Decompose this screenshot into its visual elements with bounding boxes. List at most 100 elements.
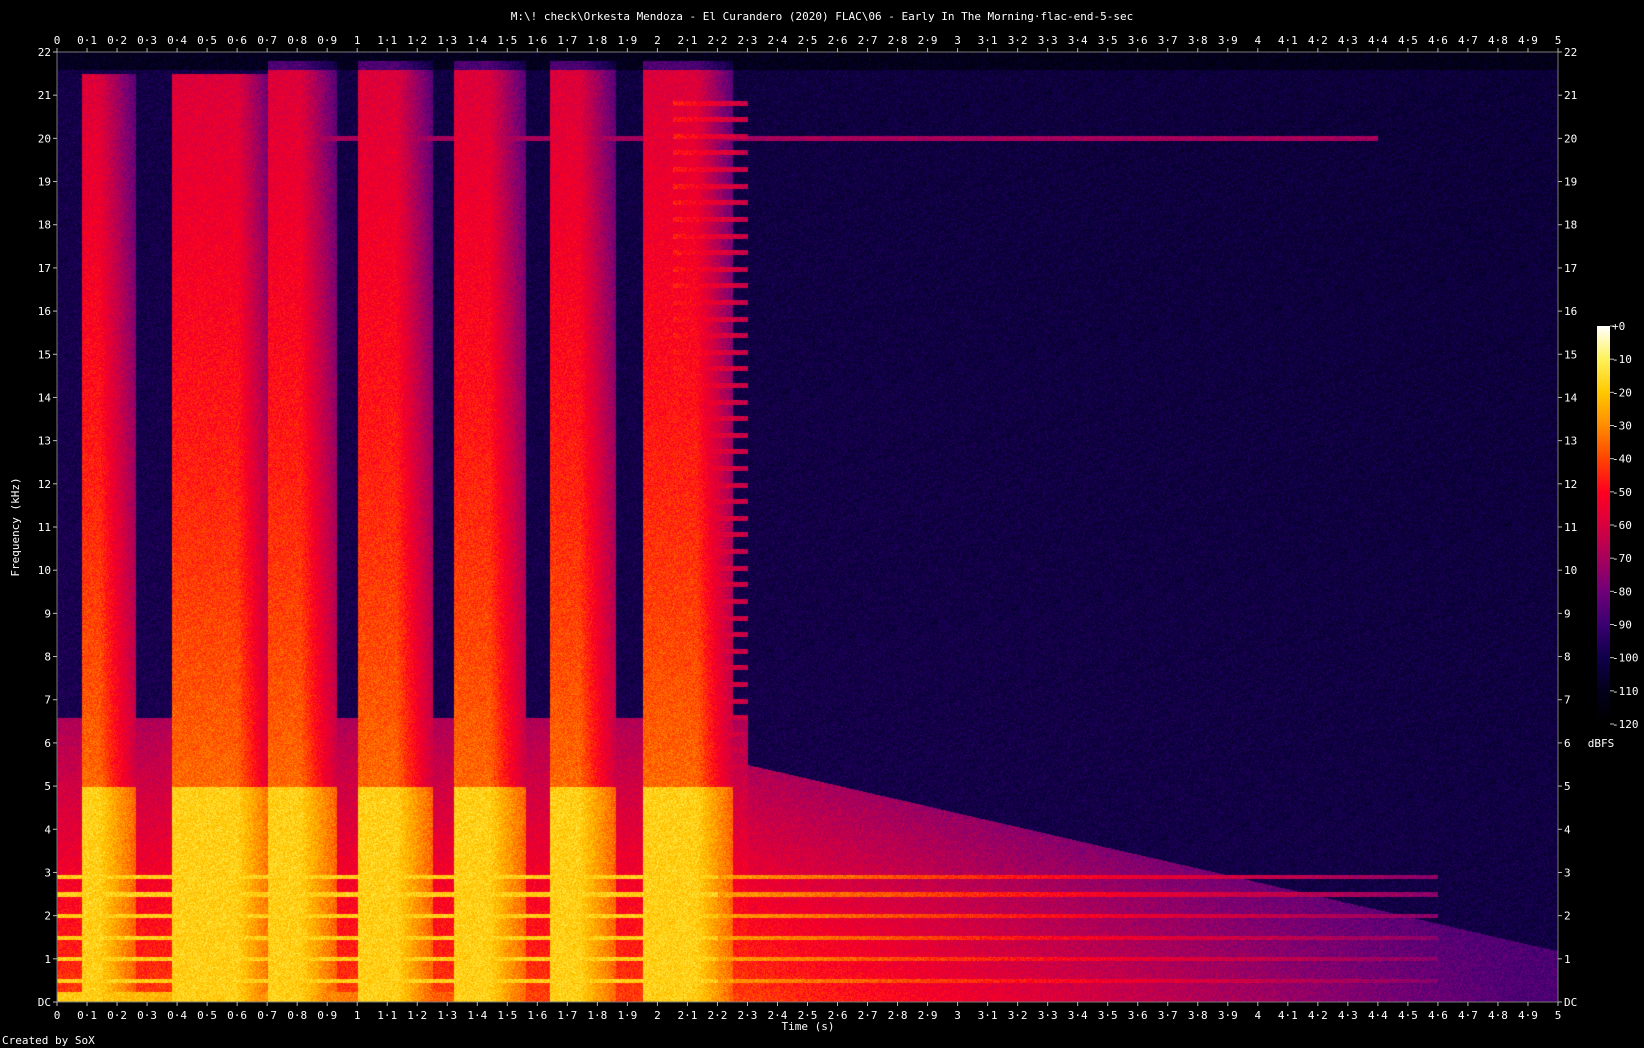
y-tick-label-left: 7 <box>44 694 51 707</box>
y-tick-label-left: 5 <box>44 780 51 793</box>
x-tick-label-top: 4 <box>1254 34 1261 47</box>
x-tick-label-bottom: 4·6 <box>1428 1009 1448 1022</box>
x-tick-label-top: 2·8 <box>888 34 908 47</box>
x-tick-label-bottom: 4·3 <box>1338 1009 1358 1022</box>
x-tick-label-bottom: 4·9 <box>1518 1009 1538 1022</box>
y-tick-label-left: 20 <box>38 132 51 145</box>
x-tick-label-top: 3·7 <box>1158 34 1178 47</box>
spectrogram-figure: M:\! check\Orkesta Mendoza - El Curander… <box>9 10 1639 1033</box>
x-tick-label-bottom: 0·4 <box>167 1009 187 1022</box>
y-tick-label-left: DC <box>38 996 51 1009</box>
x-tick-label-top: 3 <box>954 34 961 47</box>
y-tick-label-right: 4 <box>1564 823 1571 836</box>
y-tick-label-right: 16 <box>1564 305 1577 318</box>
x-tick-label-top: 4·4 <box>1368 34 1388 47</box>
x-tick-label-bottom: 1·3 <box>437 1009 457 1022</box>
x-tick-label-top: 4·1 <box>1278 34 1298 47</box>
x-tick-label-bottom: 0·5 <box>197 1009 217 1022</box>
y-tick-label-left: 3 <box>44 866 51 879</box>
y-tick-label-left: 18 <box>38 219 51 232</box>
x-tick-label-bottom: 3·8 <box>1188 1009 1208 1022</box>
y-tick-label-left: 15 <box>38 348 51 361</box>
plot-area <box>57 52 1558 1002</box>
colorbar-tick-label: -120 <box>1612 718 1639 731</box>
x-tick-label-top: 5 <box>1555 34 1562 47</box>
x-tick-label-top: 3·5 <box>1098 34 1118 47</box>
y-tick-label-left: 8 <box>44 651 51 664</box>
y-tick-label-right: 17 <box>1564 262 1577 275</box>
x-tick-label-bottom: 0·7 <box>257 1009 277 1022</box>
x-tick-label-top: 0·1 <box>77 34 97 47</box>
x-tick-label-bottom: 4·2 <box>1308 1009 1328 1022</box>
x-tick-label-bottom: 0·1 <box>77 1009 97 1022</box>
y-tick-label-right: 12 <box>1564 478 1577 491</box>
x-tick-label-top: 4·7 <box>1458 34 1478 47</box>
x-tick-label-bottom: 2·1 <box>677 1009 697 1022</box>
y-tick-label-right: DC <box>1564 996 1577 1009</box>
colorbar-tick-label: -80 <box>1612 585 1632 598</box>
x-tick-label-bottom: 3·9 <box>1218 1009 1238 1022</box>
x-tick-label-top: 2·6 <box>828 34 848 47</box>
x-tick-label-bottom: 3·2 <box>1008 1009 1028 1022</box>
x-tick-label-bottom: 4·5 <box>1398 1009 1418 1022</box>
x-tick-label-top: 0·2 <box>107 34 127 47</box>
x-tick-label-top: 1 <box>354 34 361 47</box>
x-tick-label-top: 0·8 <box>287 34 307 47</box>
y-tick-label-left: 2 <box>44 910 51 923</box>
x-tick-label-bottom: 1·8 <box>587 1009 607 1022</box>
y-tick-label-right: 5 <box>1564 780 1571 793</box>
x-tick-label-bottom: 4·7 <box>1458 1009 1478 1022</box>
x-tick-label-top: 1·4 <box>467 34 487 47</box>
colorbar-tick-label: -70 <box>1612 552 1632 565</box>
x-tick-label-bottom: 3 <box>954 1009 961 1022</box>
x-tick-label-bottom: 5 <box>1555 1009 1562 1022</box>
y-tick-label-left: 14 <box>38 391 52 404</box>
x-tick-label-top: 2·7 <box>858 34 878 47</box>
colorbar-label: dBFS <box>1588 737 1615 750</box>
x-tick-label-top: 3·9 <box>1218 34 1238 47</box>
colorbar-tick-label: -40 <box>1612 453 1632 466</box>
y-tick-label-right: 8 <box>1564 651 1571 664</box>
x-tick-label-top: 1·1 <box>377 34 397 47</box>
colorbar <box>1597 326 1610 724</box>
x-tick-label-top: 4·9 <box>1518 34 1538 47</box>
x-tick-label-bottom: 3·5 <box>1098 1009 1118 1022</box>
y-tick-label-left: 6 <box>44 737 51 750</box>
spectrogram-canvas <box>57 52 1558 1002</box>
x-tick-label-top: 0·5 <box>197 34 217 47</box>
colorbar-tick-label: -110 <box>1612 685 1639 698</box>
x-tick-label-top: 3·1 <box>978 34 998 47</box>
x-tick-label-bottom: 4·8 <box>1488 1009 1508 1022</box>
x-tick-label-bottom: 2·3 <box>738 1009 758 1022</box>
y-tick-label-right: 1 <box>1564 953 1571 966</box>
x-tick-label-bottom: 2·2 <box>708 1009 728 1022</box>
x-tick-label-bottom: 0·2 <box>107 1009 127 1022</box>
colorbar-tick-label: -60 <box>1612 519 1632 532</box>
x-tick-label-bottom: 2·9 <box>918 1009 938 1022</box>
y-tick-label-right: 15 <box>1564 348 1577 361</box>
x-tick-label-top: 1·8 <box>587 34 607 47</box>
x-tick-label-top: 1·5 <box>497 34 517 47</box>
x-tick-label-bottom: 2·8 <box>888 1009 908 1022</box>
x-tick-label-top: 4·8 <box>1488 34 1508 47</box>
x-tick-label-top: 2·4 <box>768 34 788 47</box>
x-tick-label-top: 3·4 <box>1068 34 1088 47</box>
x-tick-label-top: 4·6 <box>1428 34 1448 47</box>
x-tick-label-top: 4·2 <box>1308 34 1328 47</box>
x-tick-label-bottom: 0·3 <box>137 1009 157 1022</box>
x-tick-label-bottom: 0 <box>54 1009 61 1022</box>
x-tick-label-bottom: 1·4 <box>467 1009 487 1022</box>
x-tick-label-bottom: 1 <box>354 1009 361 1022</box>
colorbar-tick-label: -30 <box>1612 420 1632 433</box>
y-tick-label-right: 19 <box>1564 176 1577 189</box>
x-tick-label-top: 1·6 <box>527 34 547 47</box>
x-axis-label: Time (s) <box>782 1020 835 1033</box>
x-tick-label-top: 0·7 <box>257 34 277 47</box>
x-tick-label-top: 3·8 <box>1188 34 1208 47</box>
y-tick-label-left: 16 <box>38 305 51 318</box>
colorbar-ticks: +0 -10 -20 -30 -40 -50 -60 -70 -80 -90 -100 -110 -12… <box>1610 320 1639 731</box>
y-tick-label-right: 2 <box>1564 910 1571 923</box>
y-tick-label-right: 6 <box>1564 737 1571 750</box>
x-tick-label-top: 2·1 <box>677 34 697 47</box>
y-tick-label-left: 13 <box>38 435 51 448</box>
